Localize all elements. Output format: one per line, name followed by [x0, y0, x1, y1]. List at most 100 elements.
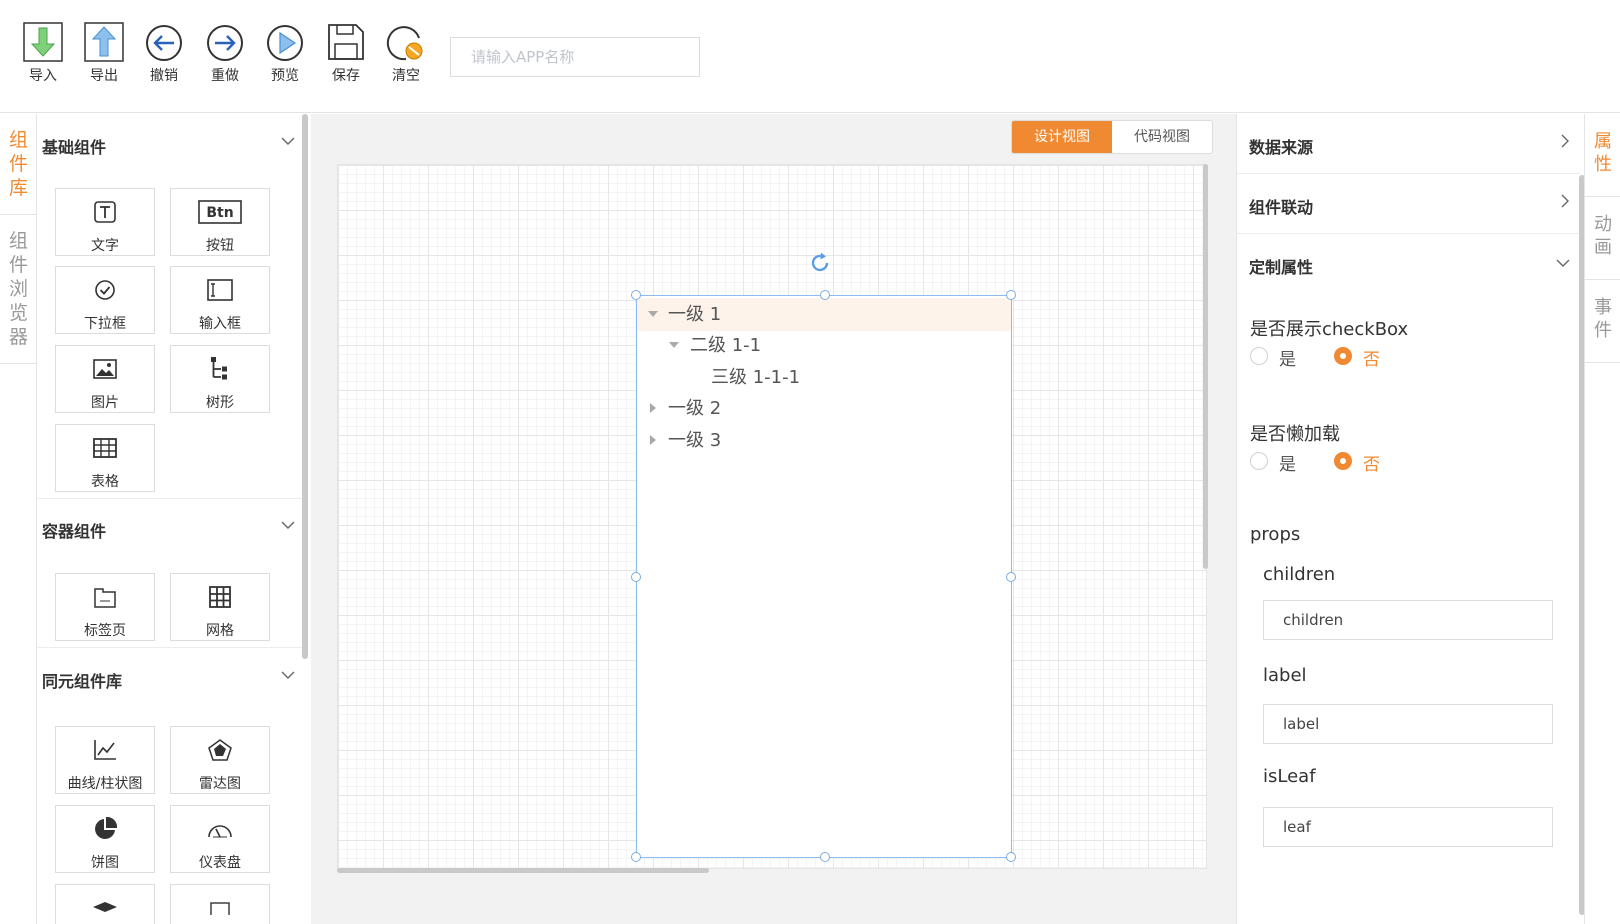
linkage-header[interactable]: 组件联动 [1237, 174, 1580, 234]
show-checkbox-no-radio[interactable] [1334, 347, 1352, 365]
component-grid[interactable]: 网格 [170, 573, 270, 641]
input-box-icon [207, 279, 233, 301]
resize-handle-bottom-right[interactable] [1006, 852, 1016, 862]
section-basic-header[interactable]: 基础组件 [42, 134, 297, 157]
tree-node-level3-1-1-1[interactable]: 三级 1-1-1 [637, 361, 1011, 394]
import-button[interactable]: 导入 [17, 22, 69, 84]
component-panel: 基础组件 文字 Btn 按钮 下拉框 输入框 图片 树形 表格 容器组件 标签页… [37, 114, 307, 924]
component-input[interactable]: 输入框 [170, 266, 270, 334]
tree-node-label: 一级 3 [668, 430, 722, 451]
resize-handle-bottom[interactable] [820, 852, 830, 862]
left-tab-bar: 组 件 库 组 件 浏 览 器 [0, 114, 37, 924]
work-area: 设计视图 代码视图 一级 1 二级 1-1 三级 1-1-1 一级 2 一级 3 [311, 114, 1236, 924]
save-label: 保存 [332, 68, 360, 84]
gauge-icon [208, 825, 232, 838]
save-icon [328, 24, 364, 60]
tree-node-label: 二级 1-1 [690, 335, 762, 356]
text-icon [94, 201, 116, 223]
component-gauge[interactable]: 仪表盘 [170, 805, 270, 873]
toolbar: 导入 导出 撤销 重做 预览 保存 清空 请输入APP名称 [0, 0, 1620, 113]
export-button[interactable]: 导出 [78, 22, 130, 84]
resize-handle-right[interactable] [1006, 572, 1016, 582]
lazy-load-yes-radio[interactable] [1250, 452, 1268, 470]
chevron-right-icon [1561, 194, 1569, 208]
clear-button[interactable]: 清空 [380, 22, 432, 84]
component-button[interactable]: Btn 按钮 [170, 188, 270, 256]
component-dropdown[interactable]: 下拉框 [55, 266, 155, 334]
component-table[interactable]: 表格 [55, 424, 155, 492]
label-input[interactable] [1263, 704, 1553, 744]
property-panel: 数据来源 组件联动 定制属性 是否展示checkBox 是 否 是否懒加载 是 … [1236, 114, 1580, 924]
form-icon [210, 902, 230, 915]
tree-node-level2-1-1[interactable]: 二级 1-1 [637, 329, 1011, 362]
isleaf-input[interactable] [1263, 807, 1553, 847]
component-radar-chart[interactable]: 雷达图 [170, 726, 270, 794]
component-image[interactable]: 图片 [55, 345, 155, 413]
component-text[interactable]: 文字 [55, 188, 155, 256]
tree-node-level1-2[interactable]: 一级 2 [637, 392, 1011, 425]
component-label: 输入框 [199, 316, 241, 332]
canvas-vertical-scrollbar[interactable] [1203, 164, 1208, 569]
resize-handle-top[interactable] [820, 290, 830, 300]
resize-handle-top-right[interactable] [1006, 290, 1016, 300]
children-input[interactable] [1263, 600, 1553, 640]
component-tabs[interactable]: 标签页 [55, 573, 155, 641]
design-canvas[interactable]: 一级 1 二级 1-1 三级 1-1-1 一级 2 一级 3 [337, 164, 1207, 869]
rotate-icon[interactable] [808, 251, 832, 275]
export-icon [84, 22, 124, 62]
resize-handle-bottom-left[interactable] [631, 852, 641, 862]
preview-label: 预览 [271, 68, 299, 84]
section-container-header[interactable]: 容器组件 [42, 518, 297, 541]
isleaf-label: isLeaf [1263, 766, 1316, 787]
expand-arrow-icon[interactable] [669, 342, 679, 348]
chevron-down-icon [1556, 259, 1570, 267]
radio-no-label: 否 [1363, 350, 1380, 370]
component-pie-chart[interactable]: 饼图 [55, 805, 155, 873]
app-name-input[interactable] [450, 37, 700, 77]
collapse-arrow-icon[interactable] [650, 435, 656, 445]
component-tree[interactable]: 树形 [170, 345, 270, 413]
tab-component-library[interactable]: 组 件 库 [0, 114, 37, 215]
resize-handle-top-left[interactable] [631, 290, 641, 300]
design-view-button[interactable]: 设计视图 [1012, 121, 1112, 153]
save-button[interactable]: 保存 [320, 22, 372, 84]
expand-arrow-icon[interactable] [648, 311, 658, 317]
line-chart-icon [94, 740, 116, 760]
component-label: 仪表盘 [199, 855, 241, 871]
tree-icon [211, 357, 227, 380]
chevron-down-icon [281, 137, 295, 145]
code-view-button[interactable]: 代码视图 [1112, 121, 1212, 153]
tab-events[interactable]: 事 件 [1585, 280, 1620, 363]
component-line-bar-chart[interactable]: 曲线/柱状图 [55, 726, 155, 794]
redo-button[interactable]: 重做 [199, 22, 251, 84]
clear-label: 清空 [392, 68, 420, 84]
section-divider [37, 647, 304, 648]
component-more-1[interactable] [55, 884, 155, 924]
data-source-title: 数据来源 [1249, 138, 1314, 157]
resize-handle-left[interactable] [631, 572, 641, 582]
tab-attributes[interactable]: 属 性 [1585, 114, 1620, 197]
preview-button[interactable]: 预览 [259, 22, 311, 84]
custom-props-header[interactable]: 定制属性 [1237, 234, 1580, 294]
canvas-horizontal-scrollbar[interactable] [337, 868, 709, 873]
collapse-arrow-icon[interactable] [650, 403, 656, 413]
component-more-2[interactable] [170, 884, 270, 924]
tree-node-level1-3[interactable]: 一级 3 [637, 424, 1011, 457]
component-label: 文字 [91, 238, 119, 254]
show-checkbox-yes-radio[interactable] [1250, 347, 1268, 365]
component-label: 饼图 [91, 855, 119, 871]
lazy-load-no-radio[interactable] [1334, 452, 1352, 470]
radio-yes-label: 是 [1279, 455, 1296, 475]
chevron-right-icon [1561, 134, 1569, 148]
tree-node-level1-1[interactable]: 一级 1 [637, 298, 1011, 331]
section-tongyuan-title: 同元组件库 [42, 672, 123, 691]
tree-component[interactable]: 一级 1 二级 1-1 三级 1-1-1 一级 2 一级 3 [631, 290, 1016, 862]
button-icon: Btn [198, 200, 242, 224]
undo-icon [146, 25, 182, 61]
panel-scrollbar[interactable] [302, 114, 308, 659]
data-source-header[interactable]: 数据来源 [1237, 114, 1580, 174]
tab-component-browser[interactable]: 组 件 浏 览 器 [0, 215, 37, 364]
section-tongyuan-header[interactable]: 同元组件库 [42, 668, 297, 691]
undo-button[interactable]: 撤销 [138, 22, 190, 84]
tab-animation[interactable]: 动 画 [1585, 197, 1620, 280]
